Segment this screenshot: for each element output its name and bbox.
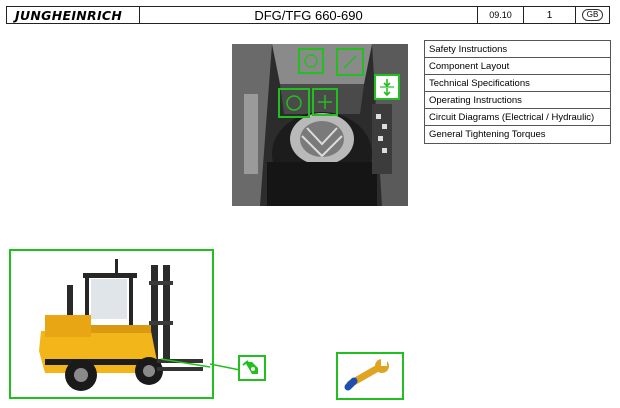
knob-icon xyxy=(304,54,318,68)
hotspot-controls[interactable] xyxy=(374,74,400,100)
fuel-pump-icon xyxy=(242,360,258,374)
pedal-icon xyxy=(286,95,302,111)
language-badge: GB xyxy=(576,7,609,23)
document-header: JUNGHEINRICH DFG/TFG 660-690 09.10 1 GB xyxy=(6,6,610,24)
lever-icon xyxy=(343,55,357,69)
arrow-controls-icon xyxy=(380,79,394,97)
forklift-photo[interactable] xyxy=(9,249,214,399)
page-number: 1 xyxy=(524,7,576,23)
forklift-illustration xyxy=(39,259,211,391)
language-code: GB xyxy=(581,9,604,21)
document-date: 09.10 xyxy=(478,7,524,23)
menu-item-tightening-torques[interactable]: General Tightening Torques xyxy=(425,126,610,143)
steering-icon xyxy=(318,95,332,109)
menu-item-component-layout[interactable]: Component Layout xyxy=(425,58,610,75)
menu-item-operating-instructions[interactable]: Operating Instructions xyxy=(425,92,610,109)
wrench-icon xyxy=(344,358,389,391)
cab-interior-photo xyxy=(232,44,408,206)
menu-item-circuit-diagrams[interactable]: Circuit Diagrams (Electrical / Hydraulic… xyxy=(425,109,610,126)
menu-item-safety[interactable]: Safety Instructions xyxy=(425,41,610,58)
maintenance-hotspot[interactable] xyxy=(336,352,404,400)
brand-logo: JUNGHEINRICH xyxy=(7,7,140,23)
menu-item-technical-specifications[interactable]: Technical Specifications xyxy=(425,75,610,92)
hotspot-steering[interactable] xyxy=(312,88,338,116)
section-menu: Safety Instructions Component Layout Tec… xyxy=(424,40,611,144)
fuel-hotspot[interactable] xyxy=(238,355,266,381)
document-title: DFG/TFG 660-690 xyxy=(140,7,478,23)
hotspot-left-pedal[interactable] xyxy=(278,88,310,118)
hotspot-top-left[interactable] xyxy=(298,48,324,74)
hotspot-top-right[interactable] xyxy=(336,48,364,76)
